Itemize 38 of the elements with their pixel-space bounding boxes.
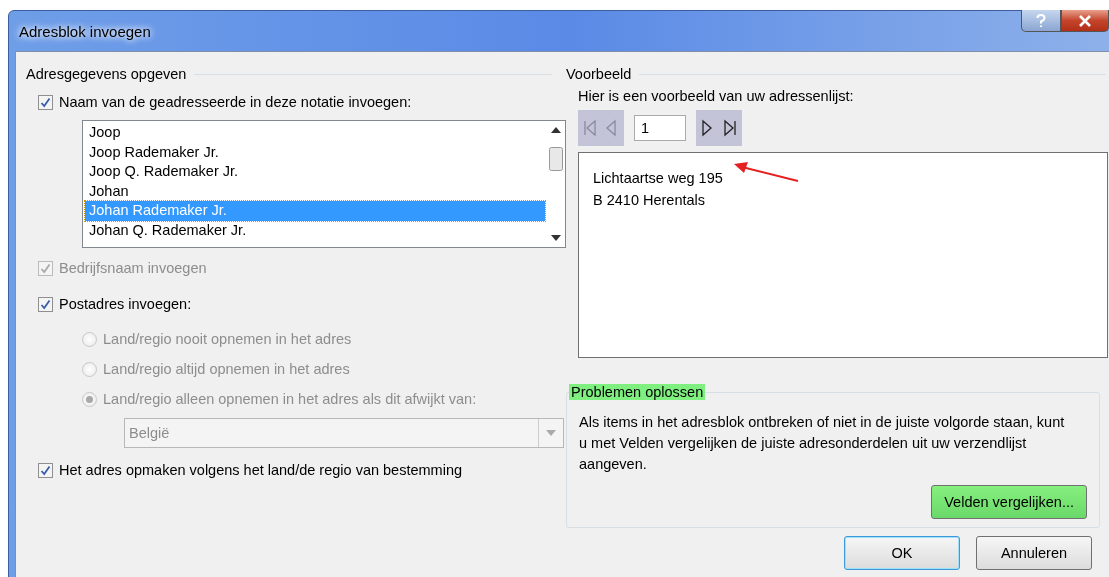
section-heading: Voorbeeld: [566, 66, 632, 82]
record-number-field[interactable]: 1: [634, 115, 686, 141]
list-item[interactable]: Joop Rademaker Jr.: [85, 142, 545, 162]
checkbox[interactable]: [38, 296, 53, 312]
checkbox[interactable]: [38, 462, 53, 478]
troubleshoot-text: Als items in het adresblok ontbreken of niet in de juiste volgorde staan, kunt u met Velden vergelijken de juiste adresonderdelen uit uw verzendlijst aangeven.: [579, 413, 1066, 474]
checkbox-label: Het adres opmaken volgens het land/de regio van bestemming: [59, 462, 463, 478]
group-title: Problemen oplossen: [569, 384, 706, 400]
close-icon: [1078, 14, 1092, 27]
list-item[interactable]: Johan Q. Rademaker Jr.: [85, 220, 545, 240]
close-button[interactable]: [1061, 10, 1109, 32]
match-fields-button[interactable]: Velden vergelijken...: [931, 485, 1087, 519]
scrollbar-thumb[interactable]: [549, 147, 563, 171]
radio-label: Land/regio nooit opnemen in het adres: [103, 331, 352, 347]
scroll-up-icon[interactable]: [551, 127, 561, 133]
list-item[interactable]: Joop Q. Rademaker Jr.: [85, 162, 545, 182]
radio-label: Land/regio altijd opnemen in het adres: [103, 361, 350, 377]
last-record-icon[interactable]: [722, 119, 738, 137]
window-title: Adresblok invoegen: [19, 22, 151, 40]
checkbox[interactable]: [38, 94, 53, 110]
name-format-list[interactable]: Joop Joop Rademaker Jr. Joop Q. Rademaker Jr. Johan Johan Rademaker Jr. Johan Q. Rademaker Jr.: [82, 120, 566, 248]
scroll-down-icon[interactable]: [551, 235, 561, 241]
dialog-button[interactable]: Annuleren: [976, 536, 1092, 570]
preview-label: Hier is een voorbeeld van uw adressenlijst:: [578, 88, 854, 104]
checkbox-label: Naam van de geadresseerde in deze notatie invoegen:: [59, 94, 412, 110]
dialog-button[interactable]: OK: [844, 536, 960, 570]
address-line: Lichtaartse weg 195: [593, 169, 723, 188]
checkbox-label: Bedrijfsnaam invoegen: [59, 260, 207, 276]
address-line: B 2410 Herentals: [593, 191, 706, 210]
radio-label: Land/regio alleen opnemen in het adres als dit afwijkt van:: [103, 391, 477, 407]
dropdown-arrow-icon: [546, 430, 556, 436]
question-mark-icon: [1036, 13, 1046, 28]
list-item[interactable]: Johan: [85, 181, 545, 201]
help-button[interactable]: [1021, 10, 1061, 32]
list-item[interactable]: Joop: [85, 123, 545, 143]
annotation-arrow: [734, 161, 800, 185]
checkbox-label: Postadres invoegen:: [59, 296, 192, 312]
section-heading: Adresgegevens opgeven: [26, 66, 187, 82]
